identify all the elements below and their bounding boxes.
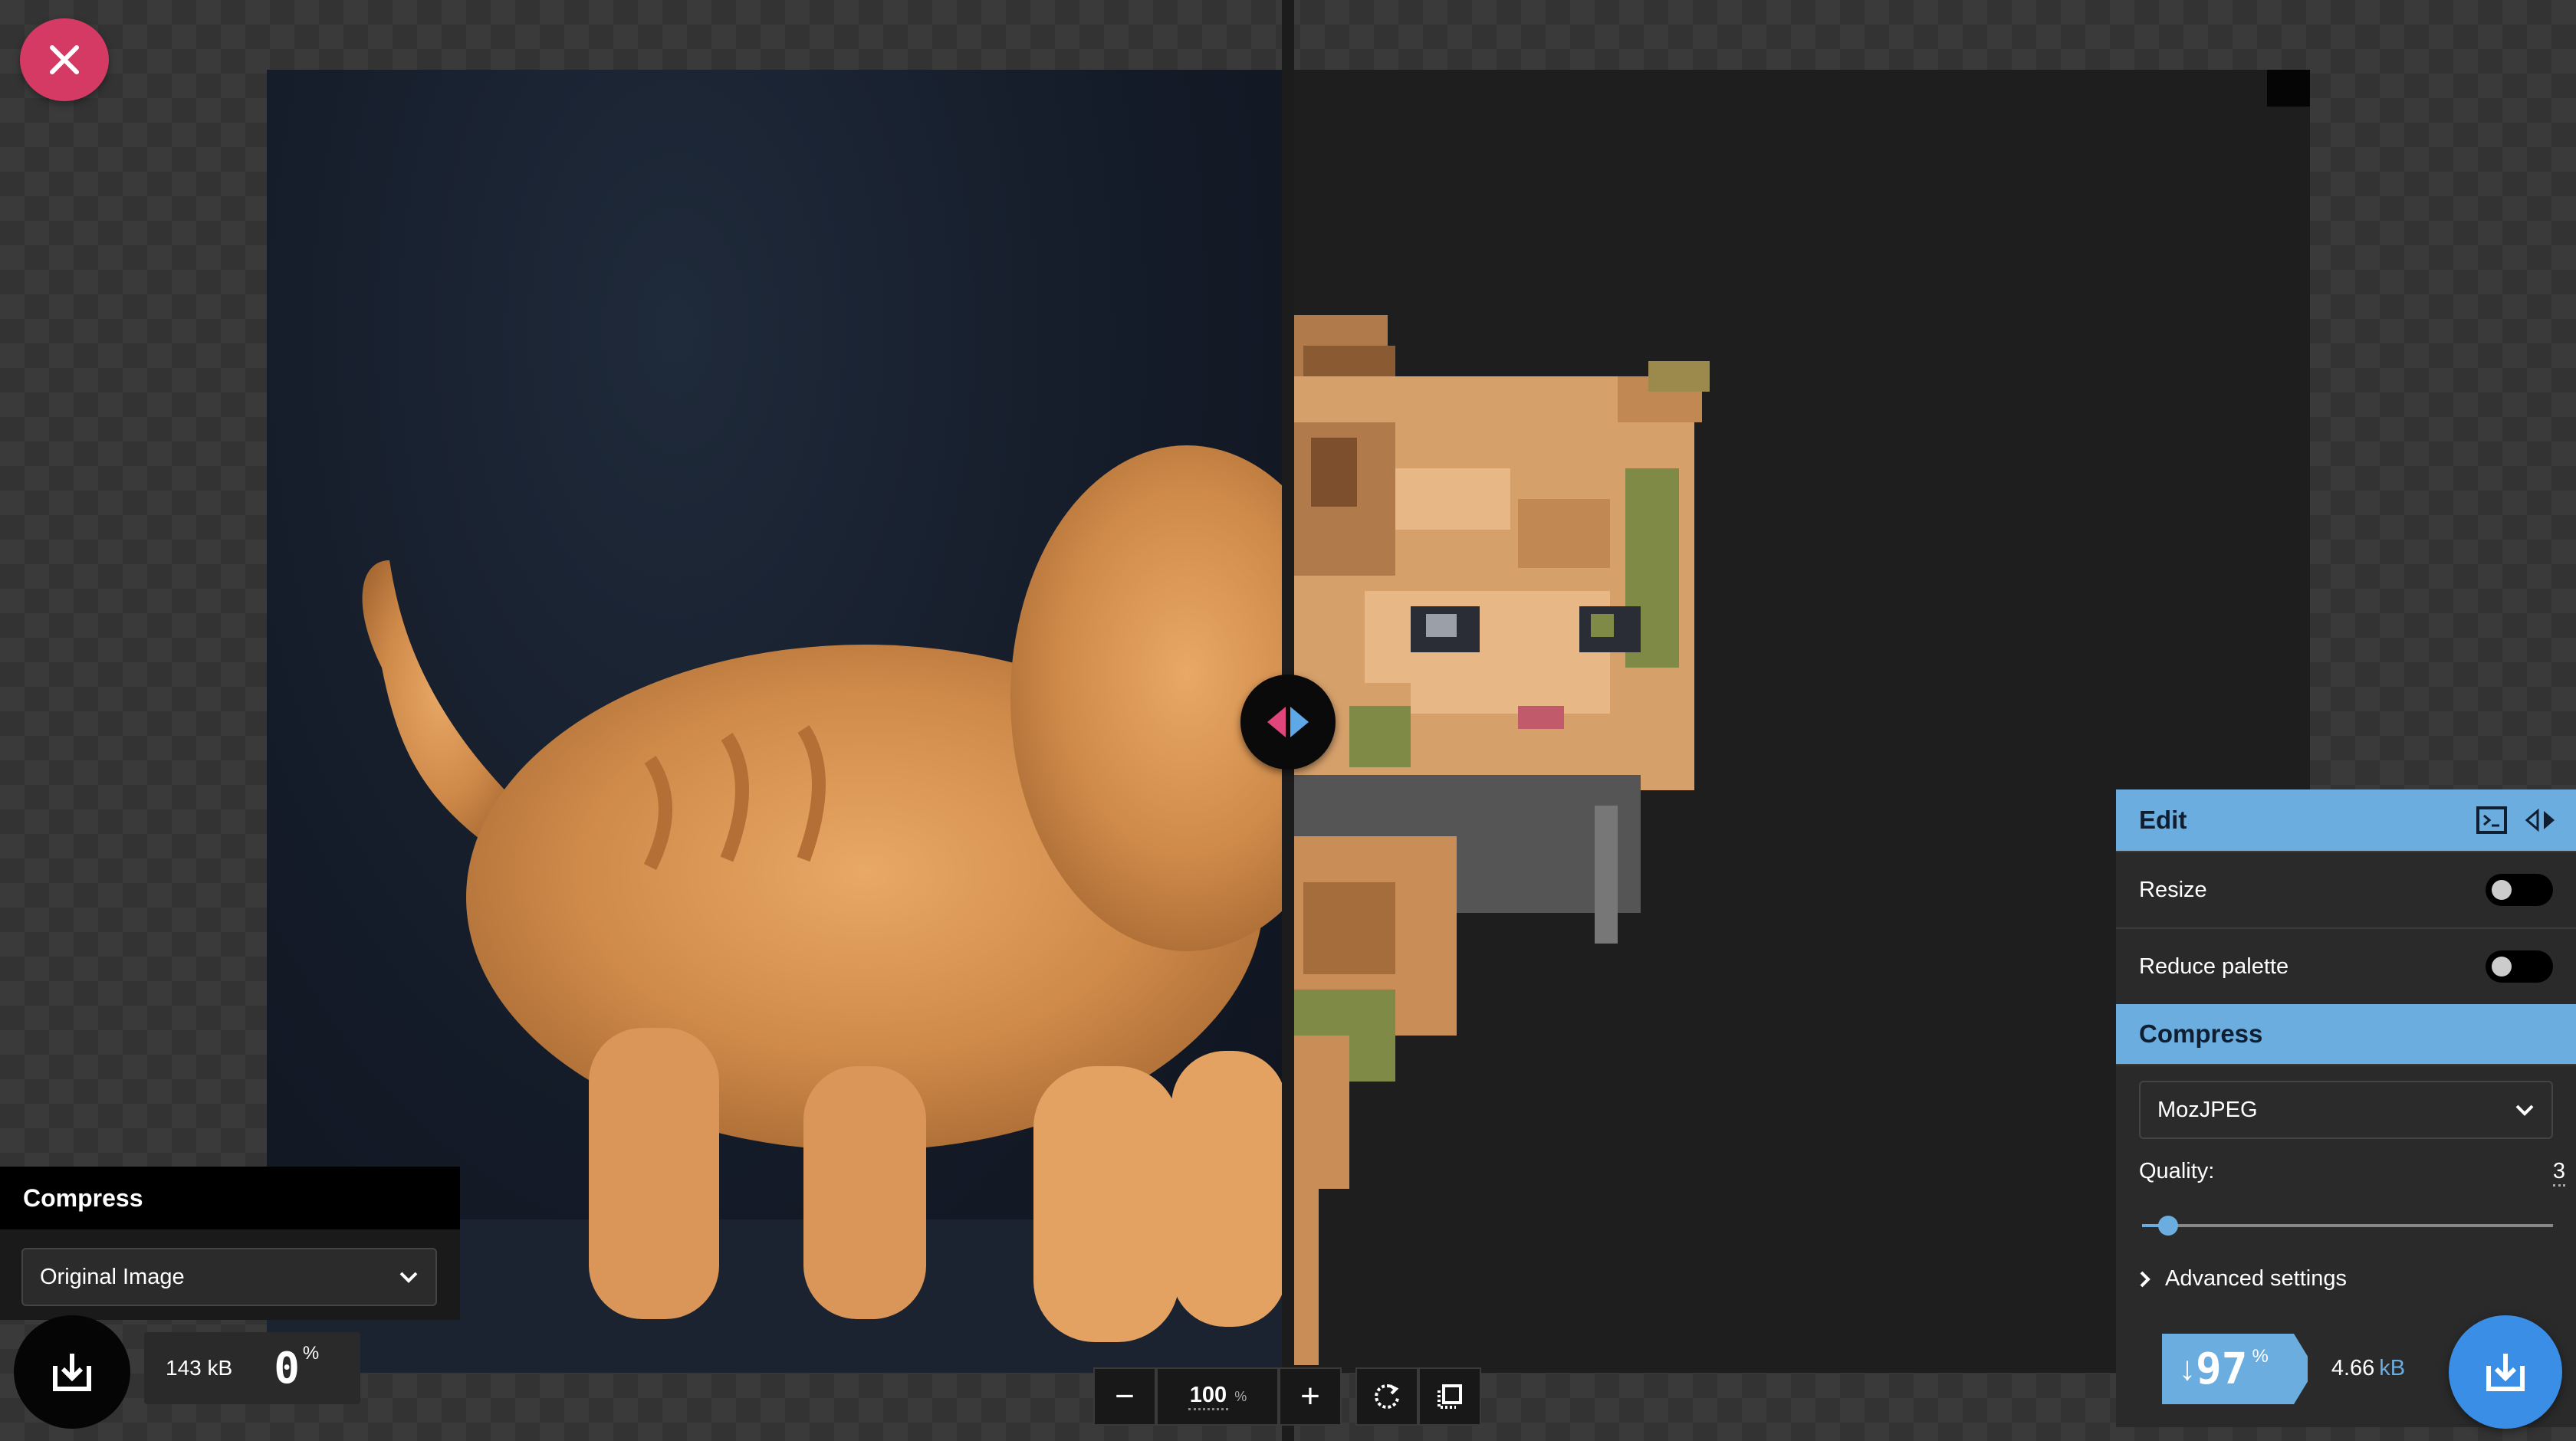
saving-percent-sign: % — [2252, 1346, 2269, 1367]
saving-badge: ↓ 97 % — [2162, 1334, 2315, 1404]
down-arrow-icon: ↓ — [2179, 1350, 2196, 1387]
corner-marker — [2267, 70, 2310, 107]
background-toggle-button[interactable] — [1418, 1367, 1481, 1426]
chevron-down-icon — [399, 1272, 418, 1283]
arrow-left-icon — [1267, 707, 1286, 737]
zoom-out-button[interactable]: − — [1093, 1367, 1156, 1426]
resize-label: Resize — [2139, 877, 2207, 902]
quality-slider-track[interactable] — [2142, 1224, 2553, 1227]
resize-toggle[interactable] — [2486, 874, 2553, 906]
arrow-right-icon — [1290, 707, 1309, 737]
download-icon — [53, 1354, 91, 1391]
download-compressed-button[interactable] — [2449, 1315, 2562, 1429]
reduce-palette-label: Reduce palette — [2139, 954, 2289, 979]
reduce-palette-row: Reduce palette — [2116, 927, 2576, 1004]
download-original-button[interactable] — [14, 1315, 130, 1429]
chevron-right-icon — [2140, 1271, 2150, 1287]
compressed-size-unit: kB — [2379, 1355, 2406, 1380]
zoom-controls: − 100% + — [1093, 1367, 1342, 1426]
rotate-icon — [1375, 1384, 1399, 1409]
left-panel-body: Original Image — [0, 1229, 460, 1320]
compressed-size-box: 4.66 kB — [2308, 1332, 2429, 1404]
quality-value[interactable]: 3 — [2552, 1159, 2565, 1187]
download-icon — [2486, 1354, 2525, 1391]
chevron-down-icon — [2515, 1105, 2534, 1116]
left-codec-select[interactable]: Original Image — [21, 1248, 437, 1306]
split-handle[interactable] — [1240, 675, 1336, 770]
compress-title: Compress — [2139, 1019, 2263, 1048]
view-controls — [1355, 1367, 1481, 1426]
quality-slider-thumb[interactable] — [2158, 1216, 2178, 1236]
reduce-palette-toggle[interactable] — [2486, 950, 2553, 983]
zoom-in-button[interactable]: + — [1279, 1367, 1342, 1426]
left-codec-value: Original Image — [40, 1264, 185, 1289]
close-button[interactable] — [20, 18, 109, 101]
left-options-panel: Compress Original Image — [0, 1167, 460, 1320]
original-size: 143 kB — [166, 1356, 233, 1380]
terminal-icon[interactable] — [2476, 806, 2507, 834]
original-percent: 0 — [274, 1343, 300, 1393]
edit-section-header: Edit — [2116, 789, 2576, 851]
zoom-value[interactable]: 100% — [1156, 1367, 1279, 1426]
compressed-size: 4.66 — [2331, 1355, 2375, 1380]
codec-select[interactable]: MozJPEG — [2139, 1081, 2553, 1139]
close-icon — [50, 45, 79, 74]
advanced-settings-toggle[interactable]: Advanced settings — [2139, 1266, 2347, 1292]
original-size-box: 143 kB 0 % — [144, 1332, 360, 1404]
codec-value: MozJPEG — [2157, 1097, 2258, 1122]
resize-row: Resize — [2116, 851, 2576, 927]
left-panel-title: Compress — [0, 1167, 460, 1229]
background-icon — [1438, 1384, 1462, 1409]
advanced-settings-label: Advanced settings — [2165, 1266, 2347, 1291]
original-percent-sign: % — [302, 1343, 320, 1364]
compress-section-header: Compress — [2116, 1004, 2576, 1064]
saving-percent: 97 — [2196, 1344, 2248, 1394]
quality-label: Quality: — [2139, 1159, 2215, 1183]
edit-title: Edit — [2139, 806, 2187, 834]
rotate-button[interactable] — [1355, 1367, 1418, 1426]
swap-sides-icon[interactable] — [2524, 808, 2558, 832]
